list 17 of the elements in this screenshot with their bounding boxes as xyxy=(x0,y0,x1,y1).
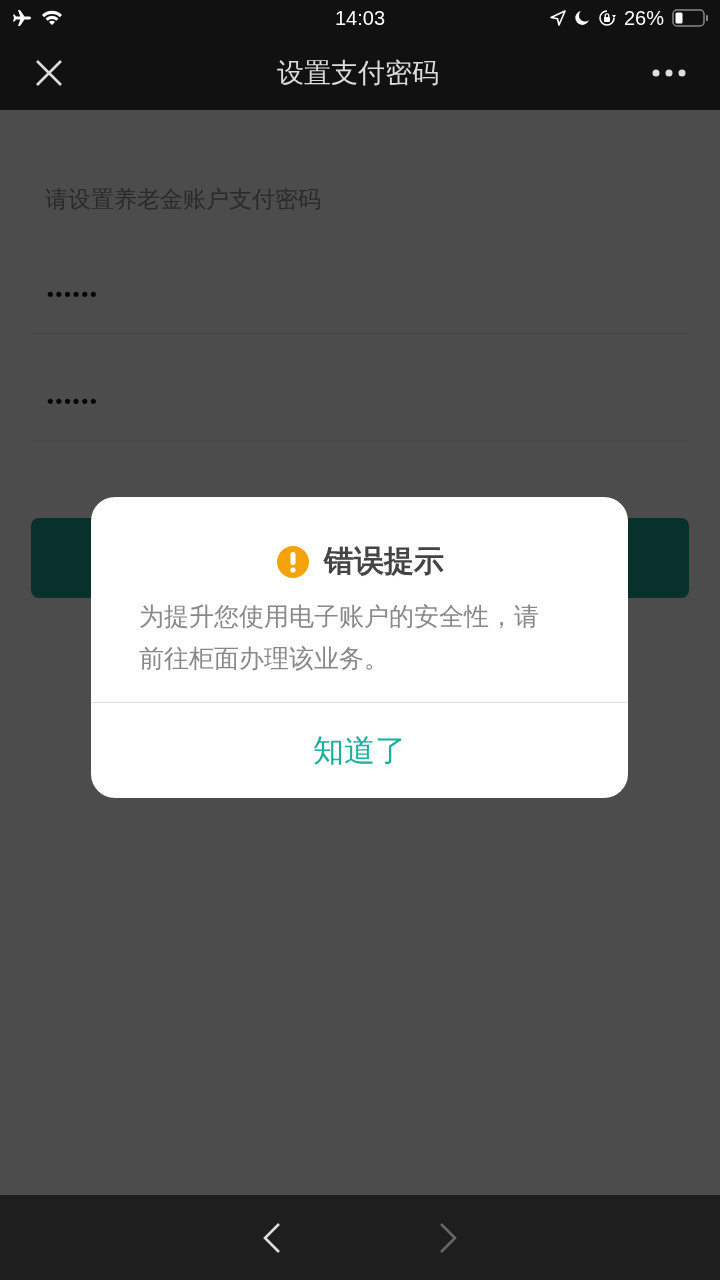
page-title: 设置支付密码 xyxy=(276,56,439,90)
confirm-button[interactable]: 知道了 xyxy=(91,702,628,798)
close-icon[interactable] xyxy=(35,59,63,87)
password-field[interactable]: •••••• xyxy=(31,391,111,440)
dialog-title: 错误提示 xyxy=(323,542,444,580)
dialog-message: 为提升您使用电子账户的安全性，请前往柜面办理该业务。 xyxy=(138,601,540,675)
password-field[interactable]: •••••• xyxy=(31,284,111,333)
battery-percentage: 26% xyxy=(623,6,664,30)
status-time: 14:03 xyxy=(333,6,387,30)
more-icon[interactable] xyxy=(652,69,686,77)
warning-icon xyxy=(275,544,310,579)
rotation-lock-icon xyxy=(597,9,616,27)
wifi-icon xyxy=(40,9,64,27)
location-arrow-icon xyxy=(549,10,566,26)
moon-icon xyxy=(573,10,590,26)
battery-icon xyxy=(672,9,708,27)
airplane-icon xyxy=(12,9,32,27)
